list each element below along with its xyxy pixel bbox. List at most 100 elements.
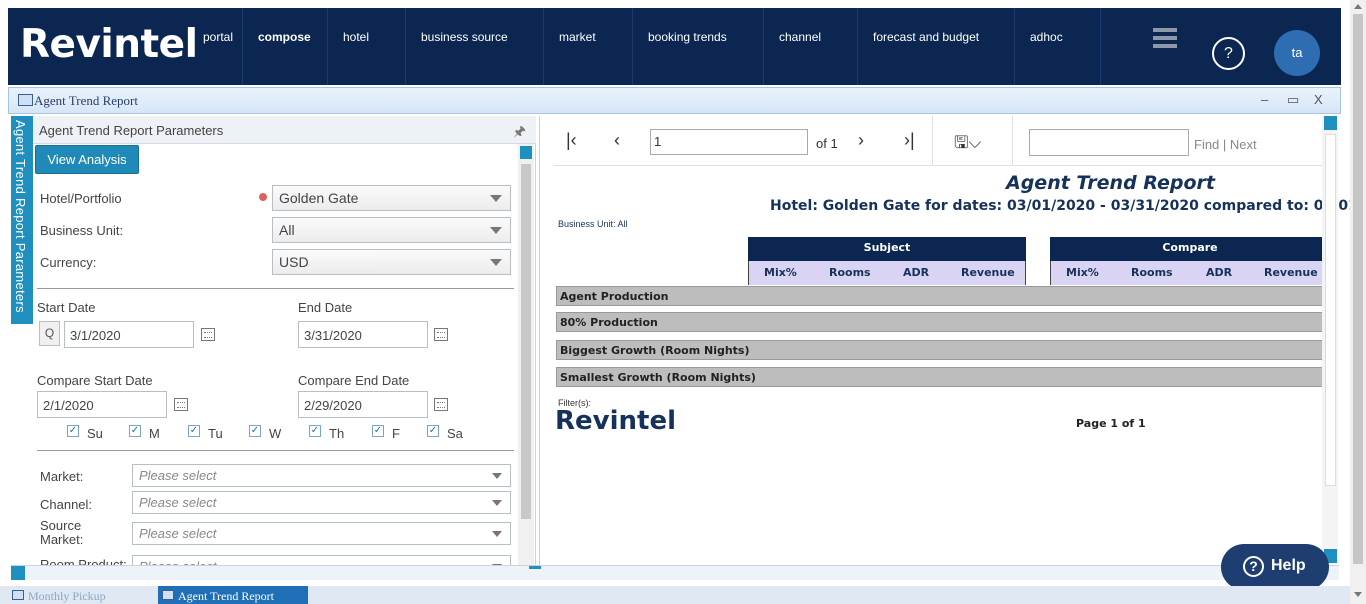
help-icon[interactable]: ?: [1212, 37, 1245, 70]
chevron-down-icon: [492, 500, 502, 506]
page-scrollbar[interactable]: [1350, 0, 1366, 604]
scroll-left-button[interactable]: [11, 566, 25, 580]
report-scrollbar[interactable]: [1322, 116, 1338, 564]
hotel-select[interactable]: Golden Gate: [272, 185, 511, 211]
compare-start-input[interactable]: 2/1/2020: [37, 391, 167, 418]
window-taskbar: Monthly Pickup Agent Trend Report: [0, 586, 1366, 604]
horizontal-scrollbar[interactable]: [11, 565, 1339, 580]
column-header: Rooms: [1131, 266, 1173, 279]
top-navigation-bar: Revintel portal compose hotel business s…: [8, 8, 1341, 85]
channel-select[interactable]: Please select: [132, 491, 511, 514]
close-button[interactable]: X: [1314, 92, 1323, 107]
nav-compose[interactable]: compose: [243, 8, 328, 85]
user-avatar[interactable]: ta: [1274, 30, 1320, 76]
day-label: Th: [329, 426, 345, 441]
report-viewer: |‹ ‹ 1 of 1 › ›| 🖫⌵ Find | Next Agent Tr…: [539, 116, 1366, 566]
nav-adhoc[interactable]: adhoc: [1015, 8, 1101, 85]
checkbox-sunday[interactable]: ✓: [67, 425, 79, 437]
group-row: 80% Production: [556, 312, 1324, 332]
last-page-icon[interactable]: ›|: [904, 130, 915, 151]
view-analysis-button[interactable]: View Analysis: [35, 145, 139, 174]
scroll-up-icon[interactable]: [1354, 4, 1362, 9]
business-unit-label: Business Unit:: [40, 223, 124, 238]
business-unit-value: All: [279, 222, 295, 238]
scroll-thumb[interactable]: [1325, 134, 1336, 486]
next-page-icon[interactable]: ›: [858, 130, 864, 151]
scroll-down-icon[interactable]: [1354, 592, 1362, 597]
nav-channel[interactable]: channel: [764, 8, 858, 85]
scroll-up-button[interactable]: [520, 146, 532, 159]
end-date-input[interactable]: 3/31/2020: [298, 321, 428, 348]
nav-portal[interactable]: portal: [188, 8, 243, 85]
channel-placeholder: Please select: [139, 495, 217, 510]
first-page-icon[interactable]: |‹: [566, 130, 577, 151]
minimize-button[interactable]: –: [1261, 92, 1268, 107]
nav-hotel[interactable]: hotel: [328, 8, 406, 85]
subject-header: Subject: [748, 237, 1026, 261]
calendar-icon[interactable]: [174, 398, 188, 411]
group-row: Smallest Growth (Room Nights): [556, 367, 1324, 387]
chevron-down-icon: [492, 473, 502, 479]
toolbar-separator: [1012, 116, 1013, 166]
checkbox-saturday[interactable]: ✓: [427, 425, 439, 437]
start-date-input[interactable]: 3/1/2020: [64, 321, 194, 348]
compare-column-headers: Mix% Rooms ADR Revenue: [1050, 261, 1330, 285]
currency-select[interactable]: USD: [272, 249, 511, 275]
market-select[interactable]: Please select: [132, 464, 511, 487]
checkbox-tuesday[interactable]: ✓: [188, 425, 200, 437]
report-window-icon: [18, 94, 33, 106]
nav-label: business source: [421, 30, 508, 44]
nav-market[interactable]: market: [544, 8, 633, 85]
brand-logo[interactable]: Revintel: [20, 22, 198, 67]
nav-label: hotel: [343, 30, 370, 44]
nav-label: portal: [203, 30, 234, 44]
source-market-label: Source Market:: [40, 518, 84, 547]
pin-icon[interactable]: 🖈: [513, 121, 526, 145]
hotel-select-value: Golden Gate: [279, 190, 359, 206]
task-monthly-pickup[interactable]: Monthly Pickup: [8, 586, 148, 604]
save-export-icon[interactable]: 🖫⌵: [954, 130, 981, 159]
day-label: W: [269, 426, 282, 441]
report-logo: Revintel: [555, 406, 676, 436]
column-header: Revenue: [1264, 266, 1318, 279]
scroll-thumb[interactable]: [1353, 14, 1363, 564]
scroll-thumb[interactable]: [529, 566, 541, 569]
report-window-titlebar: Agent Trend Report – ▭ X: [8, 87, 1341, 114]
find-next-link[interactable]: Find | Next: [1194, 137, 1257, 152]
help-button[interactable]: ? Help: [1221, 544, 1329, 590]
parameters-side-tab[interactable]: Agent Trend Report Parameters: [11, 116, 33, 324]
checkbox-monday[interactable]: ✓: [129, 425, 141, 437]
calendar-icon[interactable]: [201, 328, 215, 341]
compare-end-input[interactable]: 2/29/2020: [298, 391, 428, 418]
scroll-thumb[interactable]: [521, 164, 531, 519]
business-unit-select[interactable]: All: [272, 217, 511, 243]
quick-date-button[interactable]: Q: [39, 321, 60, 346]
calendar-icon[interactable]: [434, 328, 448, 341]
column-header: Revenue: [961, 266, 1015, 279]
scroll-up-button[interactable]: [1324, 116, 1337, 130]
checkbox-wednesday[interactable]: ✓: [249, 425, 261, 437]
business-unit-caption: Business Unit: All: [558, 219, 628, 229]
nav-booking-trends[interactable]: booking trends: [633, 8, 764, 85]
parameters-scrollbar[interactable]: [518, 144, 534, 566]
column-header: ADR: [903, 266, 930, 279]
find-input[interactable]: [1029, 129, 1189, 156]
checkbox-thursday[interactable]: ✓: [309, 425, 321, 437]
hotel-label: Hotel/Portfolio: [40, 191, 122, 206]
previous-page-icon[interactable]: ‹: [614, 130, 620, 151]
checkbox-friday[interactable]: ✓: [372, 425, 384, 437]
nav-business-source[interactable]: business source: [406, 8, 544, 85]
nav-label: channel: [779, 30, 822, 44]
hamburger-menu-icon[interactable]: [1153, 28, 1177, 48]
window-icon: [162, 590, 174, 600]
day-label: Su: [87, 426, 103, 441]
nav-forecast-and-budget[interactable]: forecast and budget: [858, 8, 1015, 85]
chevron-down-icon: [490, 259, 502, 266]
maximize-button[interactable]: ▭: [1287, 92, 1299, 108]
report-page-indicator: Page 1 of 1: [1076, 417, 1146, 430]
source-market-select[interactable]: Please select: [132, 522, 511, 545]
calendar-icon[interactable]: [434, 398, 448, 411]
page-number-input[interactable]: 1: [650, 129, 808, 155]
compare-end-label: Compare End Date: [298, 373, 410, 388]
task-agent-trend-report[interactable]: Agent Trend Report: [158, 586, 308, 604]
